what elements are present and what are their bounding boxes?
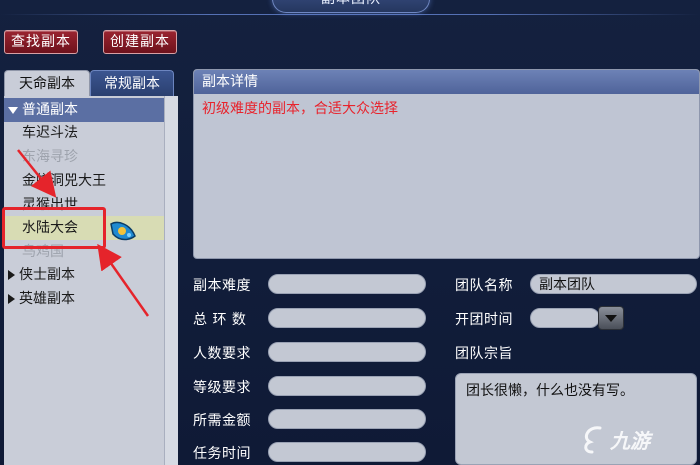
team-name-input[interactable]: 副本团队 bbox=[530, 274, 697, 294]
tree-scrollbar[interactable] bbox=[164, 96, 178, 465]
collapse-arrow-icon bbox=[8, 270, 15, 280]
level-label: 等级要求 bbox=[193, 380, 251, 396]
tree-group-label: 普通副本 bbox=[22, 102, 78, 118]
window-title-tab: 副本团队 bbox=[272, 0, 430, 13]
purpose-label: 团队宗旨 bbox=[455, 346, 513, 362]
purpose-textarea[interactable]: 团长很懒，什么也没有写。 bbox=[455, 373, 697, 465]
detail-panel: 副本详情 初级难度的副本，合适大众选择 bbox=[193, 69, 700, 259]
chevron-down-icon[interactable] bbox=[598, 306, 624, 330]
expand-arrow-icon bbox=[8, 106, 18, 114]
time-label: 任务时间 bbox=[193, 446, 251, 462]
level-field bbox=[268, 376, 426, 396]
watermark-text: 九游 bbox=[610, 429, 650, 453]
jiuyou-logo-icon bbox=[584, 426, 602, 454]
title-divider bbox=[0, 14, 700, 15]
tab-regular[interactable]: 常规副本 bbox=[90, 70, 174, 97]
tree-group-normal[interactable]: 普通副本 bbox=[4, 98, 164, 122]
money-label: 所需金额 bbox=[193, 413, 251, 429]
difficulty-field bbox=[268, 274, 426, 294]
create-dungeon-button[interactable]: 创建副本 bbox=[103, 30, 177, 54]
collapse-arrow-icon bbox=[8, 294, 15, 304]
find-dungeon-button[interactable]: 查找副本 bbox=[4, 30, 78, 54]
tree-item-jinchan[interactable]: 金蝉洞兕大王 bbox=[22, 169, 106, 193]
open-time-label: 开团时间 bbox=[455, 312, 513, 328]
tab-tianming[interactable]: 天命副本 bbox=[4, 70, 90, 97]
tree-group-label: 英雄副本 bbox=[19, 291, 75, 307]
money-field bbox=[268, 409, 426, 429]
rings-field bbox=[268, 308, 426, 328]
people-label: 人数要求 bbox=[193, 346, 251, 362]
open-time-select[interactable] bbox=[530, 308, 600, 328]
tree-group-yingxiong[interactable]: 英雄副本 bbox=[8, 287, 75, 311]
tree-item-chechi[interactable]: 车迟斗法 bbox=[22, 121, 78, 145]
tree-group-xiashi[interactable]: 侠士副本 bbox=[8, 263, 75, 287]
highlight-box bbox=[2, 207, 106, 249]
detail-description: 初级难度的副本，合适大众选择 bbox=[202, 101, 398, 117]
time-field bbox=[268, 442, 426, 462]
difficulty-label: 副本难度 bbox=[193, 278, 251, 294]
rings-label: 总 环 数 bbox=[193, 312, 247, 328]
people-field bbox=[268, 342, 426, 362]
cursor-icon bbox=[110, 221, 136, 241]
detail-header: 副本详情 bbox=[194, 70, 699, 94]
team-name-label: 团队名称 bbox=[455, 278, 513, 294]
tree-item-donghai[interactable]: 东海寻珍 bbox=[22, 145, 78, 169]
tree-group-label: 侠士副本 bbox=[19, 267, 75, 283]
window-title: 副本团队 bbox=[321, 0, 381, 12]
